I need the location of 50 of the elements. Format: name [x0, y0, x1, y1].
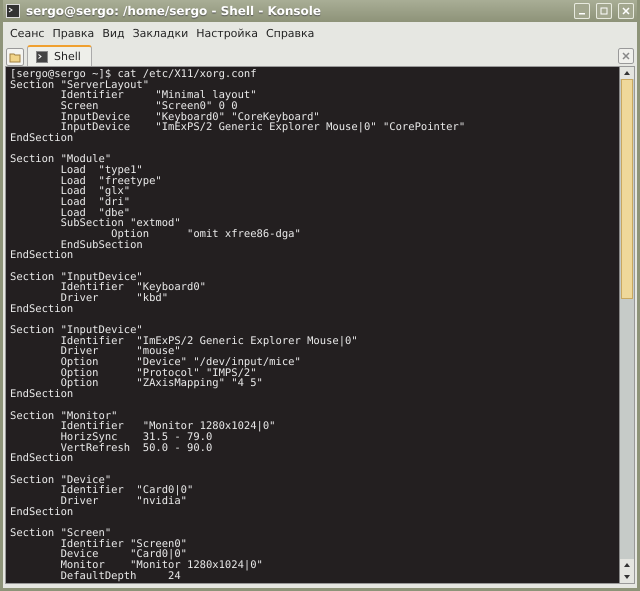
terminal-line: Load "freetype": [60, 176, 163, 186]
terminal-line: Section "InputDevice": [10, 272, 143, 282]
terminal-line: Section "Module": [10, 154, 112, 166]
terminal-line: InputDevice "Keyboard0" "CoreKeyboard": [60, 112, 321, 122]
terminal-line: [sergo@sergo ~]$ cat /etc/X11/xorg.conf: [10, 69, 258, 80]
terminal-line: Identifier "Monitor 1280x1024|0": [60, 421, 277, 432]
terminal-line: Section "Monitor": [10, 410, 118, 422]
menu-item[interactable]: Справка: [262, 26, 318, 40]
terminal-line: Option "Protocol" "IMPS/2": [60, 368, 257, 378]
terminal-line: EndSection: [10, 304, 74, 314]
terminal-line: InputDevice "ImExPS/2 Generic Explorer Mouse|0" "CorePointer": [60, 122, 466, 134]
terminal-line: Identifier "Screen0": [60, 538, 188, 550]
terminal-line: Load "glx": [60, 186, 130, 198]
terminal-line: Section "Screen": [10, 528, 112, 539]
window-title: sergo@sergo: /home/sergo - Shell - Konsole: [26, 4, 322, 18]
terminal-line: Section "Device": [10, 474, 112, 486]
terminal-line: EndSubSection: [60, 240, 143, 250]
terminal-line: EndSection: [10, 250, 74, 262]
terminal-line: Option "Device" "/dev/input/mice": [60, 357, 302, 368]
menu-item[interactable]: Правка: [48, 26, 98, 40]
menu-item[interactable]: Закладки: [128, 26, 192, 40]
terminal-line: HorizSync 31.5 - 79.0: [60, 432, 212, 443]
terminal-line: Load "type1": [60, 165, 143, 176]
tab[interactable]: Shell: [27, 45, 92, 66]
terminal-line: EndSection: [10, 389, 74, 400]
menu-item[interactable]: Сеанс: [6, 26, 48, 40]
terminal-line: EndSection: [10, 506, 74, 518]
terminal-line: Option "omit xfree86-dga": [111, 229, 302, 240]
terminal-line: Section "ServerLayout": [10, 80, 150, 90]
terminal-line: Section "InputDevice": [10, 325, 143, 336]
terminal-line: VertRefresh 50.0 - 90.0: [60, 442, 214, 454]
terminal-line: Identifier "Card0|0": [60, 485, 194, 496]
terminal-line: Identifier "ImExPS/2 Generic Explorer Mouse|0": [60, 336, 359, 346]
menu-item[interactable]: Вид: [98, 26, 129, 40]
terminal-line: EndSection: [10, 453, 74, 464]
terminal-line: Screen "Screen0" 0 0: [60, 101, 238, 112]
terminal-line: Load "dbe": [60, 208, 132, 218]
terminal-line: Option "ZAxisMapping" "4 5": [60, 378, 264, 390]
terminal-line: Driver "nvidia": [60, 496, 188, 507]
terminal-line: Driver "kbd": [60, 293, 168, 304]
terminal-line: Device "Card0|0": [60, 549, 188, 560]
terminal-line: Monitor "Monitor 1280x1024|0": [60, 560, 264, 571]
terminal-line: Driver "mouse": [60, 346, 181, 358]
terminal-line: EndSection: [10, 133, 74, 144]
terminal-line: Identifier "Keyboard0": [60, 282, 207, 294]
terminal-line: SubSection "extmod": [60, 218, 182, 230]
terminal-line: Identifier "Minimal layout": [60, 90, 258, 102]
menu-item[interactable]: Настройка: [192, 26, 262, 40]
terminal-line: DefaultDepth 24: [60, 570, 182, 582]
terminal-line: Load "dri": [60, 197, 132, 208]
